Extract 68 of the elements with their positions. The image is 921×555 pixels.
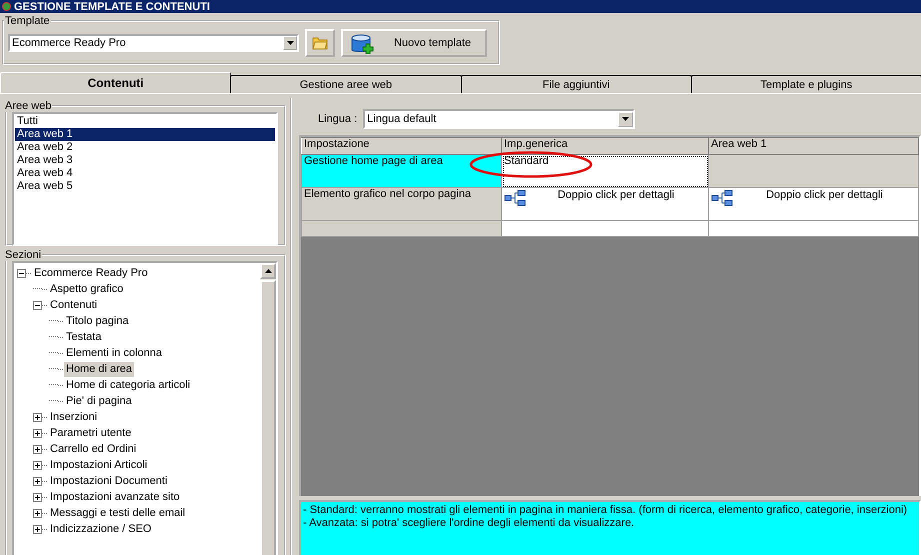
language-dropdown[interactable]: Lingua default	[363, 109, 636, 129]
tree-item[interactable]: Titolo pagina	[64, 314, 131, 328]
group-label: Sezioni	[4, 249, 42, 261]
collapse-icon[interactable]	[33, 300, 42, 310]
tree-item[interactable]: Carrello ed Ordini	[48, 442, 138, 456]
group-label: Template	[4, 15, 51, 27]
tree-item[interactable]: Ecommerce Ready Pro	[32, 266, 150, 280]
list-item[interactable]: Area web 2	[15, 141, 275, 154]
tree-item[interactable]: Impostazioni avanzate sito	[48, 490, 182, 504]
tab[interactable]: Template e plugins	[690, 75, 921, 93]
description-line: - Avanzata: si potra' scegliere l'ordine degli elementi da visualizzare.	[303, 517, 636, 530]
tree-item[interactable]: Aspetto grafico	[48, 282, 126, 296]
template-dropdown[interactable]: Ecommerce Ready Pro	[8, 34, 299, 52]
hierarchy-icon	[711, 190, 733, 206]
tree-item[interactable]: Inserzioni	[48, 410, 100, 424]
expand-icon[interactable]	[33, 412, 42, 422]
tree-item[interactable]: Home di area	[64, 362, 134, 376]
column-header[interactable]: Impostazione	[302, 138, 502, 154]
setting-cell[interactable]	[302, 220, 502, 236]
tree-item[interactable]: Testata	[64, 330, 104, 344]
box-add-icon	[349, 32, 375, 54]
tree-item[interactable]: Contenuti	[48, 298, 100, 312]
expand-icon[interactable]	[33, 428, 42, 438]
expand-icon[interactable]	[33, 476, 42, 486]
window-title: GESTIONE TEMPLATE E CONTENUTI	[14, 0, 210, 12]
scrollbar[interactable]	[260, 263, 276, 555]
dropdown-arrow-icon	[286, 41, 294, 45]
setting-cell[interactable]: Elemento grafico nel corpo pagina	[302, 188, 502, 220]
collapse-icon[interactable]	[17, 268, 26, 278]
folder-icon	[312, 36, 328, 50]
tree-item[interactable]: Indicizzazione / SEO	[48, 522, 154, 536]
tree-item[interactable]: Home di categoria articoli	[64, 378, 192, 392]
value-cell[interactable]: Standard	[502, 154, 708, 188]
expand-icon[interactable]	[33, 444, 42, 454]
expand-icon[interactable]	[33, 508, 42, 518]
tab[interactable]: Contenuti	[0, 72, 232, 93]
language-label: Lingua :	[318, 113, 358, 125]
value-cell[interactable]	[708, 220, 918, 236]
tree-item[interactable]: Pie' di pagina	[64, 394, 134, 408]
tab[interactable]: Gestione aree web	[230, 75, 462, 93]
new-template-button[interactable]: Nuovo template	[341, 29, 487, 57]
tree-item[interactable]: Impostazioni Articoli	[48, 458, 150, 472]
description-line: - Standard: verranno mostrati gli elementi in pagina in maniera fissa. (form di ricerca, elemento grafico, categorie, inserzioni)	[303, 504, 908, 517]
tree-item[interactable]: Impostazioni Documenti	[48, 474, 170, 488]
list-item[interactable]: Tutti	[15, 115, 275, 128]
tree-item[interactable]: Messaggi e testi delle email	[48, 506, 188, 520]
app-icon	[2, 2, 11, 11]
column-header[interactable]: Area web 1	[708, 138, 918, 154]
column-header[interactable]: Imp.generica	[502, 138, 708, 154]
expand-icon[interactable]	[33, 524, 42, 534]
scroll-up-icon[interactable]	[264, 269, 272, 273]
value-cell[interactable]: Doppio click per dettagli	[502, 188, 708, 220]
list-item[interactable]: Area web 5	[15, 180, 275, 193]
setting-cell[interactable]: Gestione home page di area	[302, 154, 502, 188]
list-item[interactable]: Area web 1	[15, 128, 275, 141]
expand-icon[interactable]	[33, 492, 42, 502]
dropdown-arrow-icon	[622, 117, 630, 121]
tree-item[interactable]: Parametri utente	[48, 426, 134, 440]
group-label: Aree web	[4, 100, 52, 112]
hierarchy-icon	[504, 190, 526, 206]
tab[interactable]: File aggiuntivi	[460, 75, 692, 93]
value-cell[interactable]	[502, 220, 708, 236]
list-item[interactable]: Area web 4	[15, 167, 275, 180]
expand-icon[interactable]	[33, 460, 42, 470]
value-cell[interactable]: Doppio click per dettagli	[708, 188, 918, 220]
tree-item[interactable]: Elementi in colonna	[64, 346, 164, 360]
list-item[interactable]: Area web 3	[15, 154, 275, 167]
open-folder-button[interactable]	[305, 29, 335, 57]
